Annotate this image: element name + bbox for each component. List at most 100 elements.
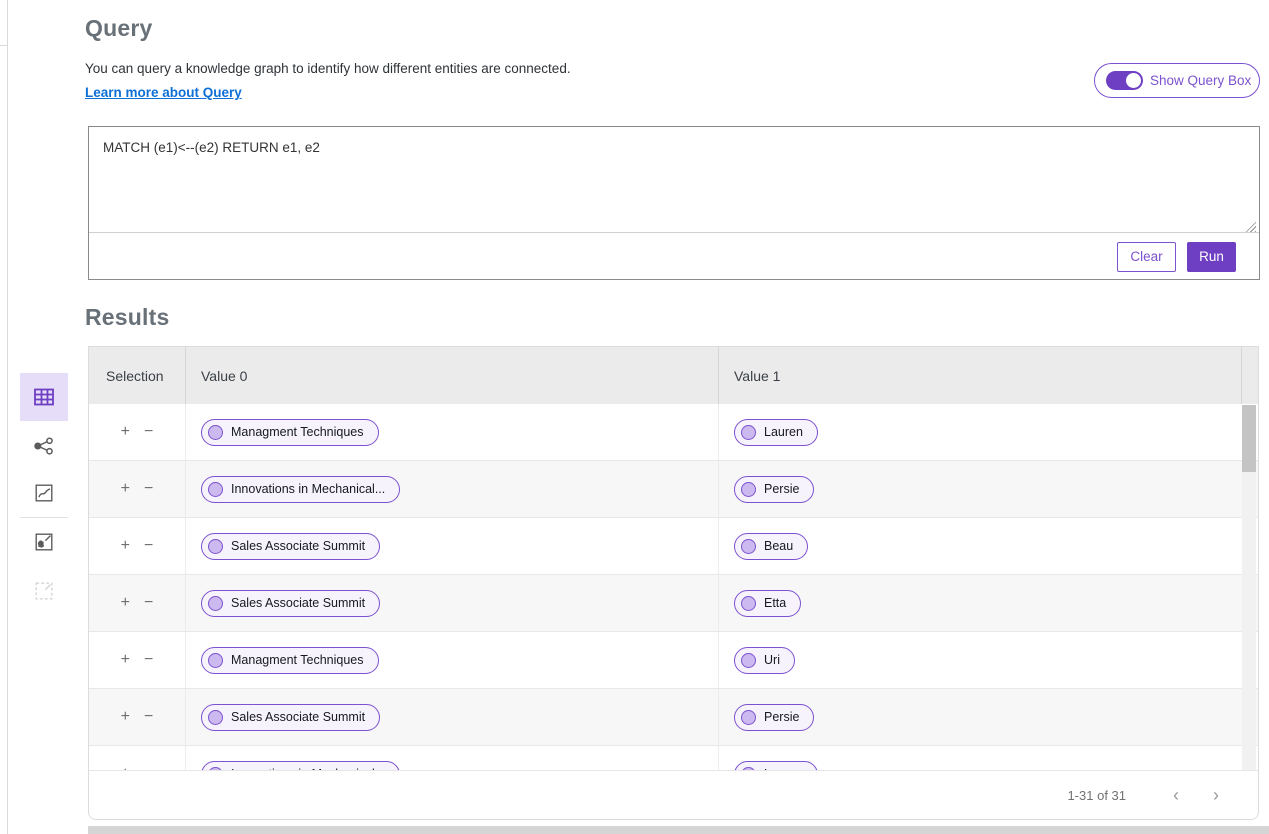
table-row: + − Innovations in Mechanical... Persie: [89, 461, 1258, 518]
results-table-header: Selection Value 0 Value 1: [89, 347, 1258, 404]
entity-pill[interactable]: Persie: [734, 704, 814, 731]
add-selection-button[interactable]: +: [119, 650, 132, 670]
query-page: Query You can query a knowledge graph to…: [0, 0, 1269, 834]
learn-more-link[interactable]: Learn more about Query: [85, 85, 242, 100]
add-selection-button[interactable]: +: [119, 536, 132, 556]
query-toolbar: Clear Run: [89, 232, 1259, 280]
selection-cell: + −: [89, 746, 186, 771]
selection-cell: + −: [89, 575, 186, 631]
entity-pill[interactable]: Persie: [734, 476, 814, 503]
remove-selection-button[interactable]: −: [142, 650, 155, 670]
value0-cell: Sales Associate Summit: [186, 518, 719, 574]
pagination-prev-button[interactable]: ‹: [1156, 785, 1196, 806]
entity-node-icon: [208, 653, 223, 668]
remove-selection-button[interactable]: −: [142, 536, 155, 556]
entity-pill[interactable]: Uri: [734, 647, 795, 674]
entity-pill[interactable]: Lauren: [734, 419, 818, 446]
remove-selection-button[interactable]: −: [142, 479, 155, 499]
entity-node-icon: [208, 596, 223, 611]
value1-cell: Lauren: [719, 404, 1258, 460]
table-row: + − Sales Associate Summit Etta: [89, 575, 1258, 632]
run-button[interactable]: Run: [1187, 242, 1236, 272]
add-selection-button[interactable]: +: [119, 422, 132, 442]
table-row: + − Managment Techniques Lauren: [89, 404, 1258, 461]
table-view-button[interactable]: [20, 373, 68, 421]
value0-cell: Sales Associate Summit: [186, 689, 719, 745]
entity-node-icon: [741, 539, 756, 554]
add-selection-button[interactable]: +: [119, 593, 132, 613]
extra-view-button-disabled: [20, 567, 68, 615]
entity-pill[interactable]: Etta: [734, 590, 801, 617]
entity-pill[interactable]: Innovations in Mechanical...: [201, 476, 400, 503]
entity-pill[interactable]: Managment Techniques: [201, 647, 379, 674]
value0-cell: Sales Associate Summit: [186, 575, 719, 631]
selection-cell: + −: [89, 632, 186, 688]
page-description: You can query a knowledge graph to ident…: [85, 61, 571, 76]
column-header-value0: Value 0: [186, 347, 719, 404]
entity-node-icon: [741, 710, 756, 725]
selection-cell: + −: [89, 689, 186, 745]
table-row: + − Managment Techniques Uri: [89, 632, 1258, 689]
entity-pill[interactable]: Managment Techniques: [201, 419, 379, 446]
extra-view-icon-disabled: [33, 580, 55, 602]
query-input[interactable]: MATCH (e1)<--(e2) RETURN e1, e2: [89, 127, 1259, 231]
page-left-border: [7, 0, 8, 834]
entity-node-icon: [741, 425, 756, 440]
selection-cell: + −: [89, 518, 186, 574]
toggle-label: Show Query Box: [1150, 73, 1251, 88]
remove-selection-button[interactable]: −: [142, 707, 155, 727]
table-row: + − Sales Associate Summit Persie: [89, 689, 1258, 746]
results-panel: Selection Value 0 Value 1 + − Managment …: [88, 346, 1259, 820]
page-left-border-tick: [0, 45, 8, 46]
value1-cell: Uri: [719, 632, 1258, 688]
value0-cell: Innovations in Mechanical...: [186, 746, 719, 771]
value1-cell: Persie: [719, 689, 1258, 745]
entity-node-icon: [208, 710, 223, 725]
remove-selection-button[interactable]: −: [142, 422, 155, 442]
clear-button[interactable]: Clear: [1117, 242, 1176, 272]
value1-cell: Beau: [719, 518, 1258, 574]
chart-view-icon: [33, 482, 55, 504]
selection-cell: + −: [89, 461, 186, 517]
column-header-selection: Selection: [89, 347, 186, 404]
chart-view-button[interactable]: [20, 469, 68, 517]
query-editor-panel: MATCH (e1)<--(e2) RETURN e1, e2 Clear Ru…: [88, 126, 1260, 280]
results-table-body: + − Managment Techniques Lauren + − Inno…: [89, 404, 1258, 771]
entity-pill[interactable]: Sales Associate Summit: [201, 533, 380, 560]
show-query-box-toggle[interactable]: Show Query Box: [1094, 63, 1260, 98]
entity-node-icon: [208, 425, 223, 440]
map-view-icon: [33, 531, 55, 553]
table-scrollbar-thumb[interactable]: [1242, 405, 1256, 472]
value1-cell: Etta: [719, 575, 1258, 631]
toggle-switch-icon[interactable]: [1106, 71, 1143, 90]
entity-node-icon: [741, 482, 756, 497]
value0-cell: Innovations in Mechanical...: [186, 461, 719, 517]
column-header-value1: Value 1: [719, 347, 1242, 404]
entity-pill[interactable]: Sales Associate Summit: [201, 704, 380, 731]
entity-node-icon: [741, 653, 756, 668]
graph-view-button[interactable]: [20, 422, 68, 470]
bottom-edge-band: [88, 826, 1269, 834]
graph-view-icon: [32, 434, 56, 458]
value0-cell: Managment Techniques: [186, 404, 719, 460]
table-row: + − Innovations in Mechanical... Lauren: [89, 746, 1258, 771]
page-title: Query: [85, 15, 152, 42]
results-footer: 1-31 of 31 ‹ ›: [89, 770, 1258, 819]
add-selection-button[interactable]: +: [119, 479, 132, 499]
value1-cell: Lauren: [719, 746, 1258, 771]
add-selection-button[interactable]: +: [119, 707, 132, 727]
pagination-range: 1-31 of 31: [1067, 788, 1126, 803]
column-header-scrollbar-gutter: [1242, 347, 1258, 404]
selection-cell: + −: [89, 404, 186, 460]
entity-pill[interactable]: Sales Associate Summit: [201, 590, 380, 617]
entity-pill[interactable]: Beau: [734, 533, 808, 560]
results-title: Results: [85, 304, 169, 331]
entity-node-icon: [208, 539, 223, 554]
value1-cell: Persie: [719, 461, 1258, 517]
table-view-icon: [32, 385, 56, 409]
remove-selection-button[interactable]: −: [142, 593, 155, 613]
entity-node-icon: [208, 482, 223, 497]
table-scrollbar-track[interactable]: [1242, 405, 1256, 771]
pagination-next-button[interactable]: ›: [1196, 785, 1236, 806]
map-view-button[interactable]: [20, 518, 68, 566]
